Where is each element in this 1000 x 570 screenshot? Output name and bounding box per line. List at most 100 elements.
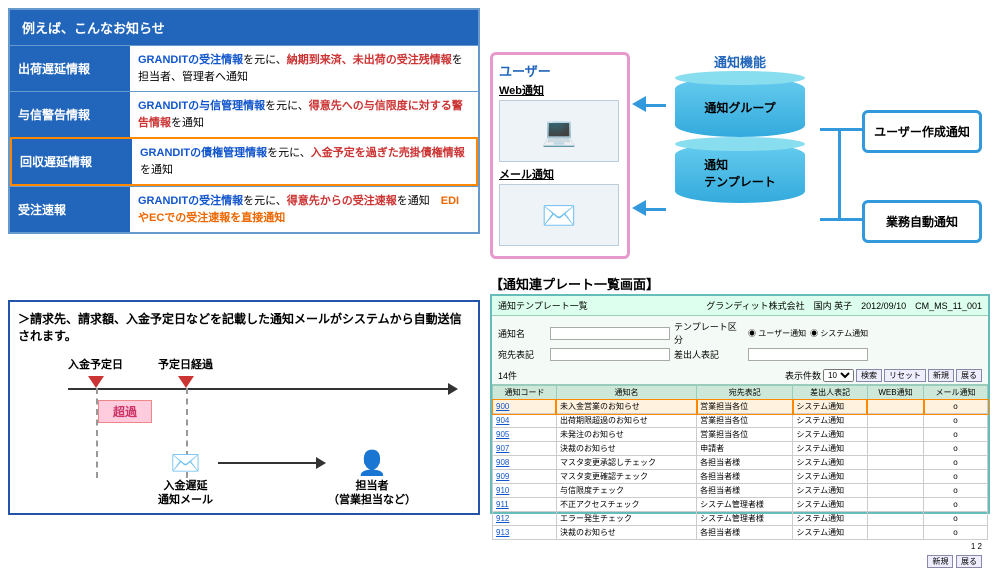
form-label: 宛先表記 bbox=[498, 348, 546, 361]
code-link[interactable]: 907 bbox=[496, 444, 509, 453]
table-row[interactable]: 909マスタ変更確認チェック各担当者様システム通知o bbox=[493, 470, 988, 484]
exceed-badge: 超過 bbox=[98, 400, 152, 423]
form-label: 差出人表記 bbox=[674, 348, 744, 361]
table-row[interactable]: 912エラー発生チェックシステム管理者様システム通知o bbox=[493, 512, 988, 526]
info-label: 回収遅延情報 bbox=[12, 139, 132, 184]
arrow-icon bbox=[632, 96, 646, 112]
code-link[interactable]: 910 bbox=[496, 486, 509, 495]
disp-label: 表示件数 bbox=[785, 369, 821, 382]
info-label: 受注速報 bbox=[10, 187, 130, 232]
user-create-notify-button[interactable]: ユーザー作成通知 bbox=[862, 110, 982, 153]
table-header[interactable]: 通知名 bbox=[556, 386, 696, 400]
user-box: ユーザー Web通知 💻 メール通知 ✉️ bbox=[490, 52, 630, 259]
template-list-screenshot: 通知テンプレート一覧 グランディット株式会社 国内 英子 2012/09/10 … bbox=[490, 294, 990, 514]
table-header[interactable]: WEB通知 bbox=[867, 386, 923, 400]
back-button-footer[interactable]: 展る bbox=[956, 555, 982, 568]
table-row[interactable]: 910与信限度チェック各担当者様システム通知o bbox=[493, 484, 988, 498]
sender-input[interactable] bbox=[748, 348, 868, 361]
reset-button[interactable]: リセット bbox=[884, 369, 926, 382]
envelope-icon: ✉️ bbox=[499, 184, 619, 246]
timeline-label: 予定日経過 bbox=[158, 356, 213, 372]
template-table: 通知コード通知名宛先表記差出人表記WEB通知メール通知 900未入金営業のお知ら… bbox=[492, 385, 988, 540]
info-desc: GRANDITの受注情報を元に、得意先からの受注速報を通知 EDIやECでの受注… bbox=[130, 187, 478, 232]
connector bbox=[820, 218, 862, 221]
table-row[interactable]: 900未入金営業のお知らせ営業担当各位システム通知o bbox=[493, 400, 988, 414]
cylinder-group: 通知グループ bbox=[675, 77, 805, 137]
connector bbox=[820, 128, 862, 131]
info-desc: GRANDITの受注情報を元に、納期到来済、未出荷の受注残情報を担当者、管理者へ… bbox=[130, 46, 478, 91]
info-row-highlighted: 回収遅延情報 GRANDITの債権管理情報を元に、入金予定を過ぎた売掛債権情報を… bbox=[10, 137, 478, 186]
back-button[interactable]: 展る bbox=[956, 369, 982, 382]
count-label: 14件 bbox=[498, 369, 517, 382]
info-desc: GRANDITの債権管理情報を元に、入金予定を過ぎた売掛債権情報を通知 bbox=[132, 139, 476, 184]
web-notify-label: Web通知 bbox=[499, 82, 621, 98]
ss-title: 通知テンプレート一覧 bbox=[498, 299, 588, 312]
ss-company: グランディット株式会社 国内 英子 2012/09/10 CM_MS_11_00… bbox=[706, 299, 982, 312]
search-button[interactable]: 検索 bbox=[856, 369, 882, 382]
envelope-icon: ✉️ bbox=[158, 448, 213, 479]
code-link[interactable]: 911 bbox=[496, 500, 509, 509]
code-link[interactable]: 912 bbox=[496, 514, 509, 523]
table-row[interactable]: 907決裁のお知らせ申請者システム通知o bbox=[493, 442, 988, 456]
radio-user[interactable]: ◉ ユーザー通知 bbox=[748, 328, 806, 339]
info-row: 受注速報 GRANDITの受注情報を元に、得意先からの受注速報を通知 EDIやE… bbox=[10, 186, 478, 232]
code-link[interactable]: 905 bbox=[496, 430, 509, 439]
laptop-icon: 💻 bbox=[499, 100, 619, 162]
code-link[interactable]: 913 bbox=[496, 528, 509, 537]
info-label: 与信警告情報 bbox=[10, 92, 130, 137]
new-button-footer[interactable]: 新規 bbox=[927, 555, 953, 568]
arrow-icon bbox=[632, 200, 646, 216]
marker-icon bbox=[178, 376, 194, 388]
page-size-select[interactable]: 10 bbox=[823, 369, 854, 382]
person-icon-block: 👤 担当者 （営業担当など） bbox=[328, 448, 416, 508]
table-row[interactable]: 904出荷期限超過のお知らせ営業担当各位システム通知o bbox=[493, 414, 988, 428]
ss-toolbar: 14件 表示件数 10 検索 リセット 新規 展る bbox=[492, 367, 988, 385]
connector bbox=[646, 208, 666, 211]
info-row: 与信警告情報 GRANDITの与信管理情報を元に、得意先への与信限度に対する警告… bbox=[10, 91, 478, 137]
form-label: 通知名 bbox=[498, 327, 546, 340]
table-header[interactable]: 宛先表記 bbox=[697, 386, 793, 400]
detail-box: ＞請求先、請求額、入金予定日などを記載した通知メールがシステムから自動送信されま… bbox=[8, 300, 480, 515]
table-header[interactable]: メール通知 bbox=[924, 386, 988, 400]
screenshot-title: 【通知連プレート一覧画面】 bbox=[490, 274, 659, 293]
new-button[interactable]: 新規 bbox=[928, 369, 954, 382]
table-row[interactable]: 905未発注のお知らせ営業担当各位システム通知o bbox=[493, 428, 988, 442]
code-link[interactable]: 909 bbox=[496, 472, 509, 481]
code-link[interactable]: 904 bbox=[496, 416, 509, 425]
dash-line bbox=[96, 388, 98, 478]
ss-header: 通知テンプレート一覧 グランディット株式会社 国内 英子 2012/09/10 … bbox=[492, 296, 988, 316]
table-header[interactable]: 差出人表記 bbox=[793, 386, 868, 400]
table-header-row: 通知コード通知名宛先表記差出人表記WEB通知メール通知 bbox=[493, 386, 988, 400]
table-row[interactable]: 908マスタ変更承認しチェック各担当者様システム通知o bbox=[493, 456, 988, 470]
marker-icon bbox=[88, 376, 104, 388]
timeline: 入金予定日 予定日経過 超過 ✉️ 入金遅延 通知メール 👤 担当者 （営業担当… bbox=[18, 352, 470, 502]
timeline-label: 入金予定日 bbox=[68, 356, 123, 372]
auto-notify-button[interactable]: 業務自動通知 bbox=[862, 200, 982, 243]
name-input[interactable] bbox=[550, 327, 670, 340]
info-label: 出荷遅延情報 bbox=[10, 46, 130, 91]
arrow-line bbox=[218, 462, 318, 464]
detail-text: ＞請求先、請求額、入金予定日などを記載した通知メールがシステムから自動送信されま… bbox=[18, 310, 470, 344]
code-link[interactable]: 908 bbox=[496, 458, 509, 467]
user-title: ユーザー bbox=[499, 61, 621, 80]
notify-title: 通知機能 bbox=[660, 52, 820, 71]
pagination[interactable]: 1 2 bbox=[492, 540, 988, 553]
table-header[interactable]: 通知コード bbox=[493, 386, 557, 400]
arrow-head-icon bbox=[316, 457, 326, 469]
info-header: 例えば、こんなお知らせ bbox=[10, 10, 478, 45]
cylinder-template: 通知 テンプレート bbox=[675, 143, 805, 203]
code-link[interactable]: 900 bbox=[496, 402, 509, 411]
ss-form: 通知名 テンプレート区分 ◉ ユーザー通知 ◉ システム通知 宛先表記 差出人表… bbox=[492, 316, 988, 367]
info-row: 出荷遅延情報 GRANDITの受注情報を元に、納期到来済、未出荷の受注残情報を担… bbox=[10, 45, 478, 91]
radio-system[interactable]: ◉ システム通知 bbox=[810, 328, 868, 339]
connector bbox=[838, 128, 841, 221]
table-row[interactable]: 911不正アクセスチェックシステム管理者様システム通知o bbox=[493, 498, 988, 512]
table-row[interactable]: 913決裁のお知らせ各担当者様システム通知o bbox=[493, 526, 988, 540]
info-desc: GRANDITの与信管理情報を元に、得意先への与信限度に対する警告情報を通知 bbox=[130, 92, 478, 137]
timeline-axis bbox=[68, 388, 450, 390]
form-label: テンプレート区分 bbox=[674, 320, 744, 346]
person-icon: 👤 bbox=[328, 448, 416, 479]
connector bbox=[646, 104, 666, 107]
dest-input[interactable] bbox=[550, 348, 670, 361]
info-table: 例えば、こんなお知らせ 出荷遅延情報 GRANDITの受注情報を元に、納期到来済… bbox=[8, 8, 480, 234]
